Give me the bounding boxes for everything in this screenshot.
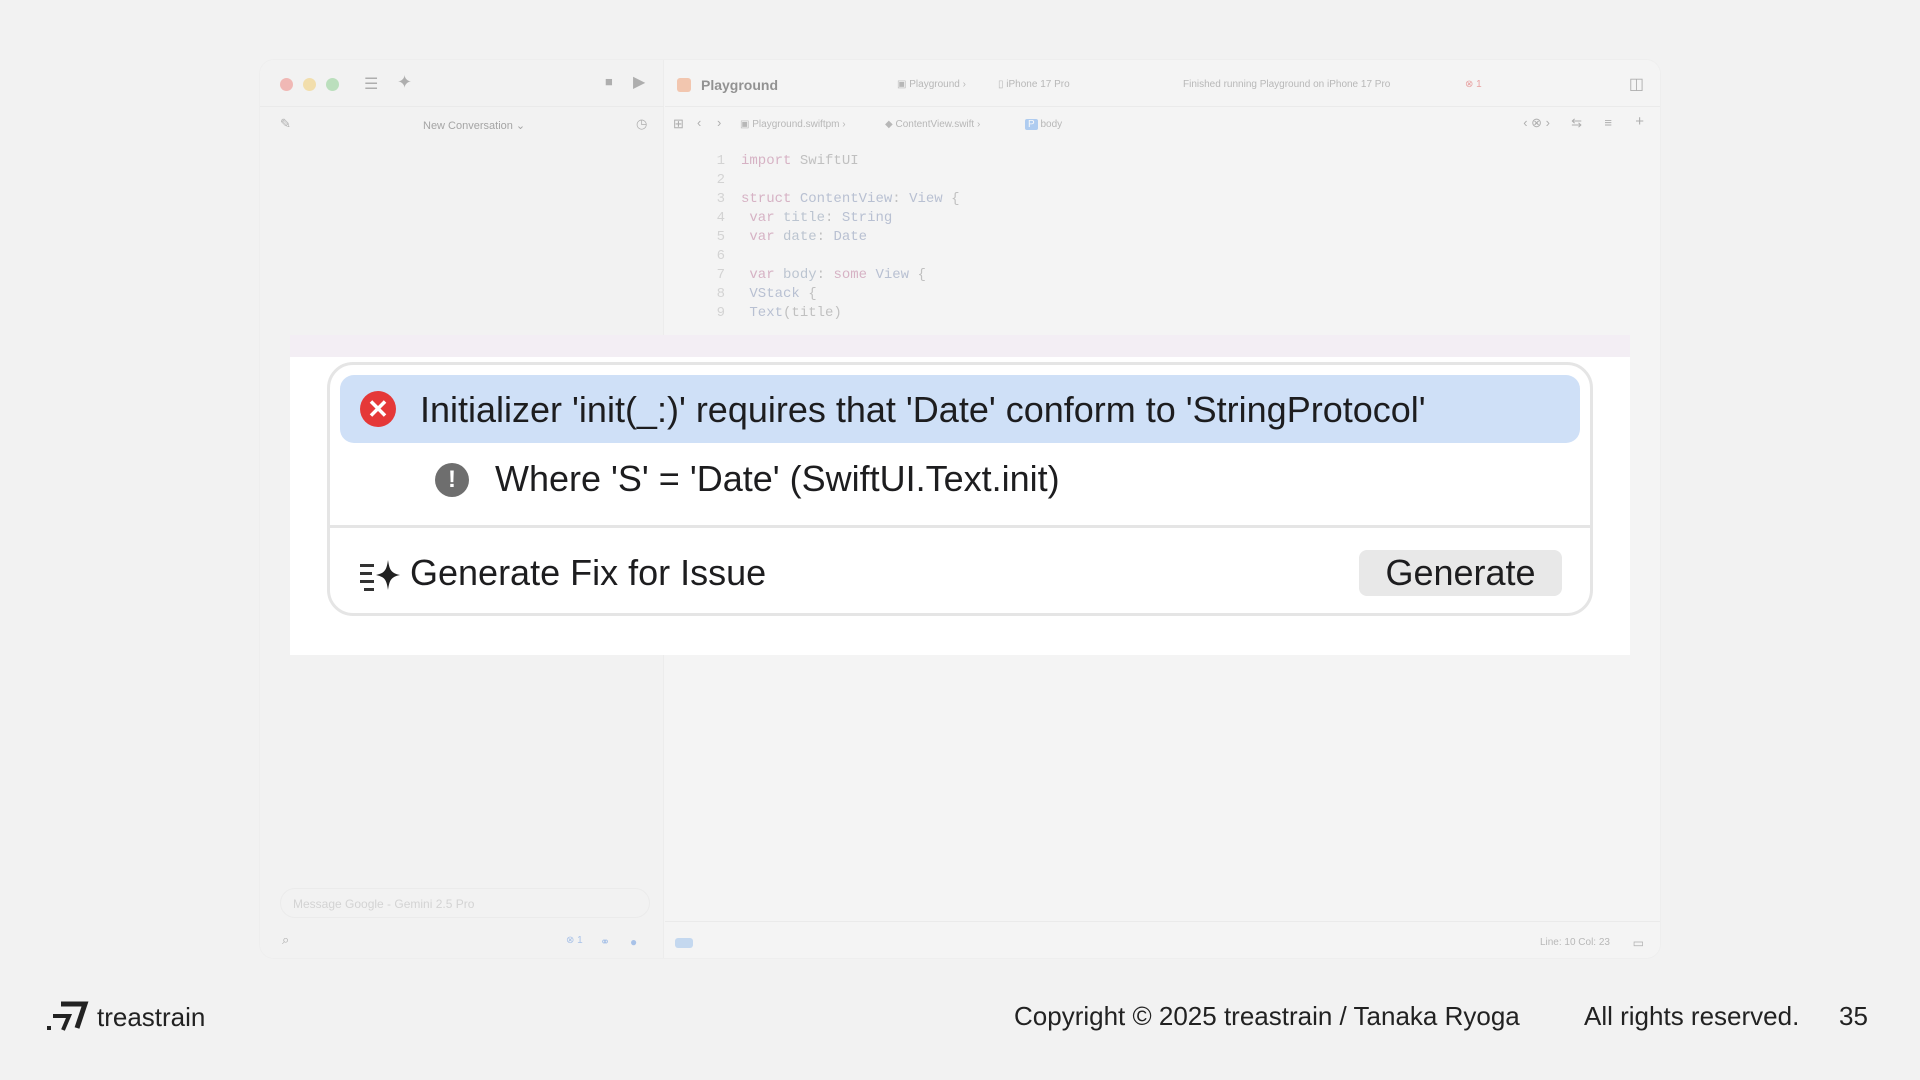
error-message: Initializer 'init(_:)' requires that 'Da… [420, 389, 1426, 430]
generate-fix-label: Generate Fix for Issue [410, 552, 767, 593]
treastrain-logo-icon [47, 1001, 89, 1031]
editor-options-icon[interactable]: ≡ [1604, 115, 1612, 130]
navigator-list-icon[interactable]: ☰ [364, 74, 378, 94]
breadcrumb-package[interactable]: ▣ Playground.swiftpm › [740, 119, 846, 130]
grid-icon[interactable]: ⊞ [673, 116, 684, 132]
code-line: 9 Text(title) [716, 305, 842, 321]
code-line: 4 var title: String [716, 210, 893, 226]
compose-icon[interactable]: ✎ [280, 116, 291, 132]
back-icon[interactable]: ‹ [697, 115, 701, 130]
add-editor-icon[interactable]: + [1635, 113, 1644, 130]
code-line: 7 var body: some View { [716, 267, 926, 283]
issue-count-badge[interactable]: ⊗ 1 [566, 935, 583, 946]
run-icon[interactable]: ▶ [633, 72, 645, 92]
page-number: 35 [1839, 1001, 1868, 1031]
code-editor[interactable]: 1 import SwiftUI 2 3 struct ContentView: V… [695, 152, 960, 323]
submit-icon[interactable]: ● [630, 935, 637, 949]
toolbar-divider [665, 106, 1660, 107]
code-line: 3 struct ContentView: View { [716, 191, 960, 207]
issue-navigate-icon[interactable]: ‹ ⊗ › [1523, 115, 1550, 131]
issue-popover: ✕ Initializer 'init(_:)' requires that '… [327, 362, 1593, 616]
generate-button[interactable]: Generate [1359, 550, 1562, 596]
related-items-icon[interactable]: ⇆ [1571, 115, 1582, 131]
destination-project[interactable]: ▣ Playground › [897, 79, 966, 90]
code-line: 5 var date: Date [716, 229, 868, 245]
code-line: 8 VStack { [716, 286, 817, 302]
toolbar-divider [260, 106, 664, 107]
copyright-text: Copyright © 2025 treastrain / Tanaka Ryo… [1014, 1001, 1520, 1031]
code-line: 6 [716, 248, 725, 264]
brand: treastrain [47, 998, 205, 1038]
zoom-window-button[interactable] [326, 78, 339, 91]
highlighted-line-strip [290, 335, 1630, 357]
error-count-badge[interactable]: ⊗ 1 [1465, 79, 1482, 90]
scheme-title: Playground [701, 77, 779, 93]
rights-text: All rights reserved. [1584, 1001, 1800, 1031]
code-line: 1 import SwiftUI [716, 153, 859, 169]
popover-divider [330, 525, 1590, 528]
brand-name: treastrain [97, 1002, 206, 1032]
sparkle-list-icon [360, 560, 400, 591]
inspector-toggle-icon[interactable]: ◫ [1629, 74, 1644, 94]
minimize-window-button[interactable] [303, 78, 316, 91]
playground-app-icon [677, 78, 691, 92]
run-status: Finished running Playground on iPhone 17… [1183, 79, 1391, 90]
history-icon[interactable]: ◷ [636, 116, 647, 132]
exclamation-circle-icon: ! [435, 463, 469, 497]
breadcrumb-file[interactable]: ◆ ContentView.swift › [885, 119, 980, 130]
error-x-circle-icon: ✕ [360, 391, 396, 427]
code-line: 2 [716, 172, 725, 188]
close-window-button[interactable] [280, 78, 293, 91]
stop-icon[interactable]: ■ [605, 74, 613, 89]
breadcrumb-symbol[interactable]: P body [1025, 119, 1062, 130]
new-conversation-menu[interactable]: New Conversation ⌄ [423, 119, 525, 132]
status-indicator [675, 938, 693, 948]
attachment-icon[interactable]: ⌕ [282, 932, 289, 948]
message-input[interactable]: Message Google - Gemini 2.5 Pro [280, 888, 650, 918]
binoculars-icon[interactable]: ⚭ [600, 935, 610, 949]
status-divider [665, 921, 1660, 922]
note-message[interactable]: Where 'S' = 'Date' (SwiftUI.Text.init) [495, 458, 1060, 500]
cursor-position: Line: 10 Col: 23 [1539, 937, 1610, 948]
debug-area-icon[interactable]: ▭ [1633, 936, 1644, 950]
error-row[interactable]: ✕ Initializer 'init(_:)' requires that '… [340, 375, 1580, 443]
forward-icon[interactable]: › [717, 115, 721, 130]
destination-device[interactable]: ▯ iPhone 17 Pro [998, 79, 1070, 90]
sparkle-icon[interactable]: ✦ [397, 72, 412, 93]
